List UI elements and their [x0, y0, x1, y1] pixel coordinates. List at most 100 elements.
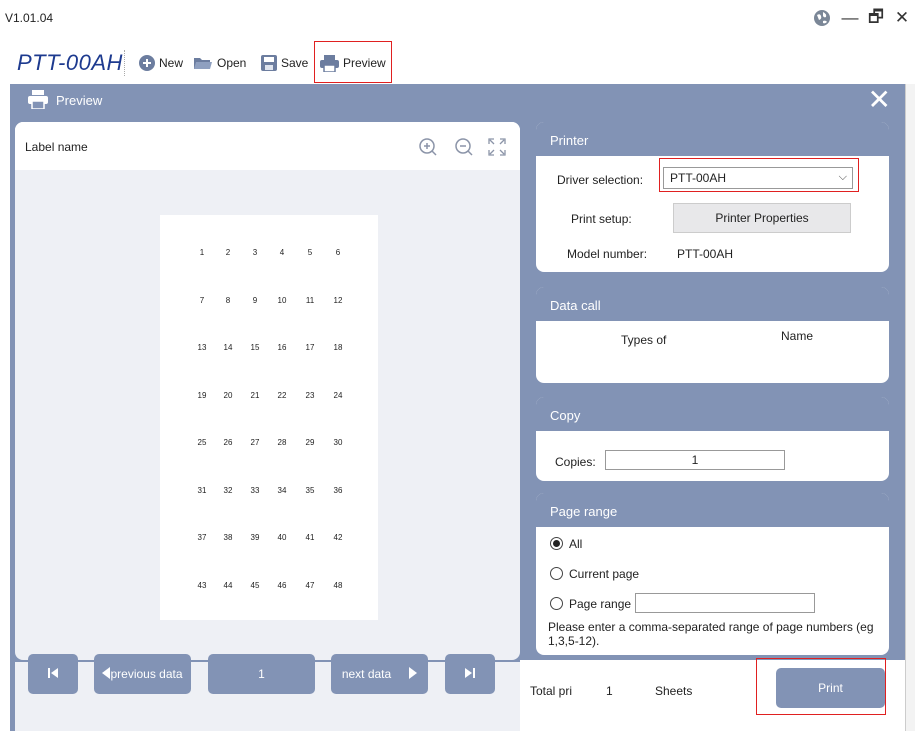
restore-button[interactable]: 🗗 [864, 6, 888, 30]
skip-last-icon [464, 667, 476, 682]
main-toolbar: PTT-00AH New Open Save Preview [0, 36, 915, 84]
label-cell: 13 [197, 343, 207, 352]
label-cell: 10 [277, 295, 287, 305]
label-cell: 16 [277, 343, 287, 352]
label-cell: 44 [223, 580, 233, 590]
previous-data-label: previous data [110, 667, 183, 681]
printer-properties-button[interactable]: Printer Properties [673, 203, 851, 233]
copies-label: Copies: [555, 455, 596, 469]
first-page-button[interactable] [28, 654, 78, 694]
dialog-title: Preview [56, 93, 103, 108]
label-cell: 40 [277, 533, 287, 542]
highlight-driver [659, 158, 859, 192]
column-types: Types of [621, 333, 667, 347]
data-call-header: Data call [536, 287, 889, 321]
skip-first-icon [47, 667, 59, 682]
label-cell: 14 [223, 343, 233, 352]
floppy-icon [260, 55, 277, 72]
last-page-button[interactable] [445, 654, 495, 694]
folder-icon [193, 55, 213, 72]
minimize-button[interactable]: — [838, 6, 862, 30]
new-button[interactable]: New [138, 52, 183, 74]
label-cell: 26 [223, 438, 233, 447]
printer-icon [28, 90, 48, 112]
open-label: Open [217, 56, 247, 70]
title-bar: V1.01.04 — 🗗 ✕ [0, 0, 915, 36]
label-cell: 2 [225, 248, 231, 257]
label-sheet: 1 2 3 4 5 6 7 8 9 10 11 12 13 14 15 16 17 18 19 20 21 22 23 24 2… [160, 215, 378, 620]
label-cell: 34 [277, 485, 287, 495]
dialog-close-button[interactable]: ✕ [868, 86, 891, 114]
label-cell: 32 [223, 485, 233, 495]
plus-icon [138, 55, 155, 72]
label-name-title: Label name [25, 140, 88, 154]
label-cell: 11 [305, 295, 315, 305]
copies-input[interactable]: 1 [605, 450, 785, 470]
label-cell: 7 [199, 295, 205, 305]
label-cell: 38 [223, 533, 233, 542]
label-cell: 19 [197, 390, 207, 400]
app-title: PTT-00AH [17, 50, 123, 75]
preview-header: Label name [15, 122, 520, 170]
page-number-field[interactable]: 1 [208, 654, 315, 694]
label-cell: 9 [252, 295, 258, 305]
label-cell: 15 [250, 343, 260, 352]
triangle-left-icon [102, 666, 111, 682]
radio-page-range-label: Page range [569, 597, 632, 611]
save-button[interactable]: Save [260, 52, 308, 74]
label-cell: 1 [199, 248, 205, 257]
save-label: Save [281, 56, 309, 70]
label-cell: 6 [335, 248, 341, 257]
label-cell: 30 [333, 438, 343, 447]
zoom-in-icon[interactable] [417, 136, 439, 158]
label-cell: 3 [252, 248, 258, 257]
page-range-header: Page range [536, 493, 889, 527]
version-label: V1.01.04 [5, 11, 54, 25]
label-cell: 36 [333, 485, 343, 495]
new-label: New [159, 56, 184, 70]
minimize-icon: — [841, 8, 859, 27]
label-cell: 18 [333, 343, 343, 352]
zoom-out-icon[interactable] [453, 136, 475, 158]
open-button[interactable]: Open [193, 52, 246, 74]
data-call-card: Data call [536, 287, 889, 383]
label-cell: 47 [305, 580, 315, 590]
label-cell: 46 [277, 580, 287, 590]
total-print-label: Total pri [530, 684, 573, 698]
model-number-value: PTT-00AH [677, 247, 734, 261]
next-data-label: next data [341, 667, 392, 681]
driver-selection-label: Driver selection: [557, 173, 644, 187]
label-cell: 21 [250, 390, 260, 400]
toolbar-divider [124, 50, 125, 76]
fit-screen-icon[interactable] [486, 136, 508, 158]
next-data-button[interactable]: next data [331, 654, 428, 694]
label-cell: 29 [305, 438, 315, 447]
label-cell: 12 [333, 295, 343, 305]
page-range-input[interactable] [635, 593, 815, 613]
window-close-button[interactable]: ✕ [890, 6, 914, 30]
label-cell: 23 [305, 390, 315, 400]
dialog-title-bar: Preview ✕ [10, 84, 905, 116]
label-cell: 28 [277, 438, 287, 447]
label-cell: 20 [223, 390, 233, 400]
label-cell: 31 [197, 485, 207, 495]
globe-icon[interactable] [810, 6, 834, 30]
background-window-edge [905, 84, 915, 731]
label-cell: 22 [277, 390, 287, 400]
label-preview-panel: Label name 1 2 3 4 5 6 7 8 9 10 11 12 13 14 15 16 17 18 19… [15, 122, 520, 660]
label-cell: 17 [305, 343, 315, 352]
label-cell: 43 [197, 580, 207, 590]
restore-icon: 🗗 [868, 6, 884, 26]
label-cell: 41 [305, 533, 315, 542]
highlight-print [756, 658, 886, 715]
sheets-label: Sheets [655, 684, 693, 698]
radio-page-range[interactable] [550, 597, 563, 610]
label-cell: 4 [279, 248, 285, 257]
model-number-label: Model number: [567, 247, 648, 261]
radio-current-page[interactable] [550, 567, 563, 580]
radio-all[interactable] [550, 537, 563, 550]
previous-data-button[interactable]: previous data [94, 654, 191, 694]
triangle-right-icon [409, 666, 418, 682]
label-cell: 42 [333, 533, 343, 542]
page-range-hint: Please enter a comma-separated range of … [548, 620, 874, 648]
